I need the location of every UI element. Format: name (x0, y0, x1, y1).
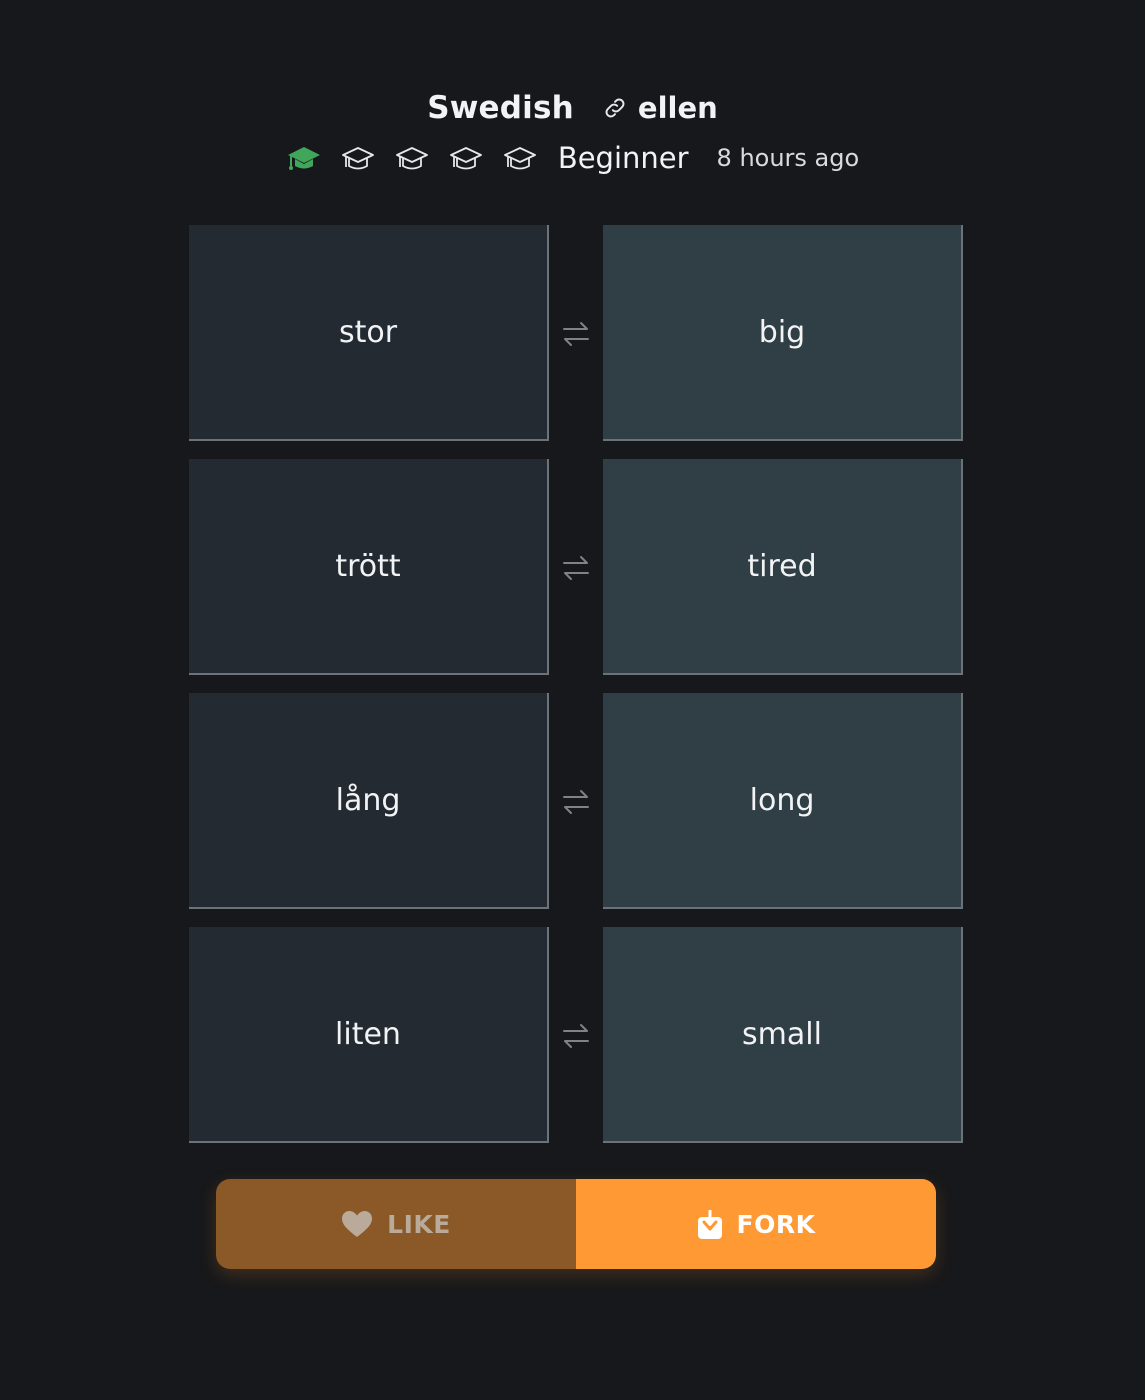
card-front[interactable]: stor (189, 225, 549, 441)
graduation-cap-icon (502, 142, 538, 174)
card-list: stor big trött tired lång long liten sma… (189, 225, 963, 1161)
download-box-icon (697, 1210, 722, 1239)
swap-arrows-icon (559, 1019, 593, 1053)
card-pair: trött tired (189, 459, 963, 675)
card-back[interactable]: tired (603, 459, 963, 675)
swap-arrows-icon (559, 785, 593, 819)
meta-row: Beginner 8 hours ago (286, 138, 859, 178)
deck-title: Swedish (427, 90, 574, 126)
graduation-cap-icon (340, 142, 376, 174)
action-bar: LIKE FORK (216, 1179, 936, 1269)
link-icon (605, 98, 625, 118)
like-button[interactable]: LIKE (216, 1179, 576, 1269)
like-label: LIKE (387, 1209, 451, 1239)
card-front[interactable]: trött (189, 459, 549, 675)
level-label: Beginner (557, 141, 689, 175)
title-row: Swedish ellen (427, 86, 718, 130)
author-name: ellen (637, 91, 718, 125)
card-front[interactable]: lång (189, 693, 549, 909)
card-back[interactable]: big (603, 225, 963, 441)
heart-icon (342, 1211, 373, 1237)
timestamp: 8 hours ago (716, 144, 860, 172)
card-pair: stor big (189, 225, 963, 441)
fork-label: FORK (736, 1209, 816, 1239)
card-front[interactable]: liten (189, 927, 549, 1143)
deck-header: Swedish ellen Beginner 8 hours ago (0, 86, 1145, 178)
card-pair: lång long (189, 693, 963, 909)
swap-arrows-icon (559, 551, 593, 585)
graduation-cap-icon (394, 142, 430, 174)
graduation-cap-icon (448, 142, 484, 174)
card-back[interactable]: long (603, 693, 963, 909)
swap-arrows-icon (559, 317, 593, 351)
author-link[interactable]: ellen (602, 91, 718, 125)
card-back[interactable]: small (603, 927, 963, 1143)
graduation-cap-icon (286, 142, 322, 174)
card-pair: liten small (189, 927, 963, 1143)
fork-button[interactable]: FORK (576, 1179, 936, 1269)
